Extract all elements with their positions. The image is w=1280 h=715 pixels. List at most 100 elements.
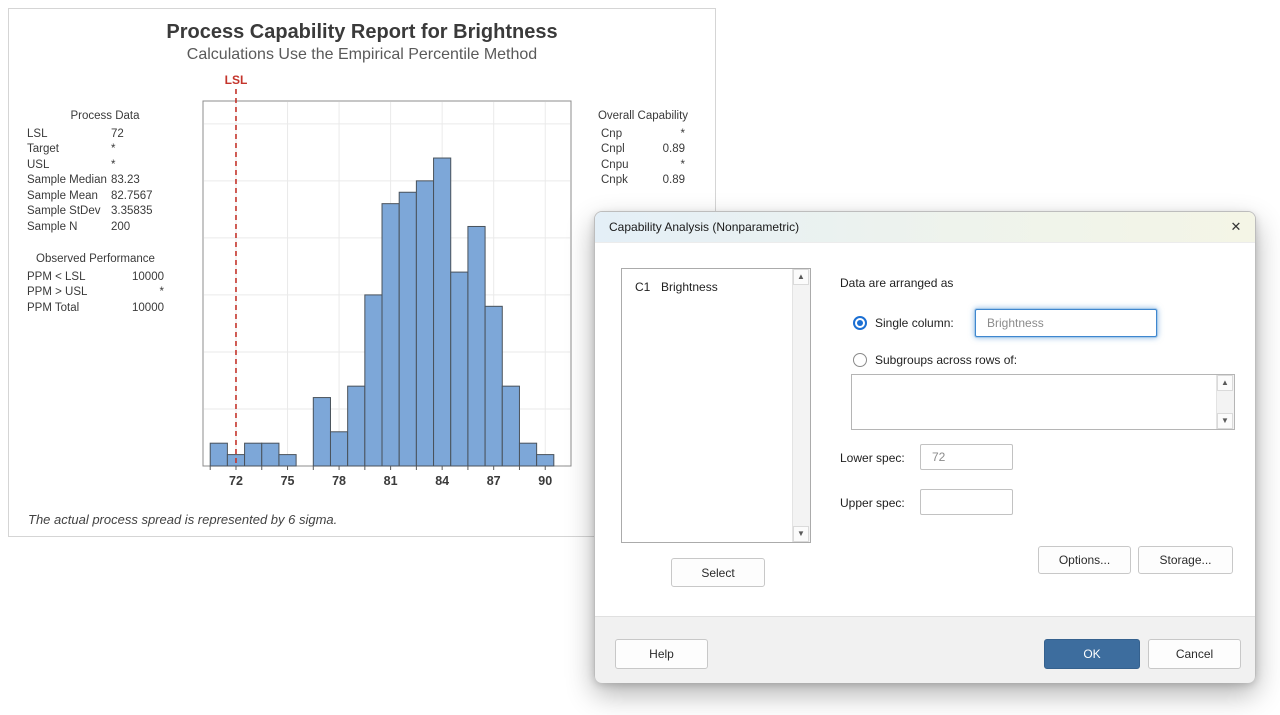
histogram-bar bbox=[416, 181, 433, 466]
stat-value: 83.23 bbox=[111, 173, 140, 189]
cancel-button[interactable]: Cancel bbox=[1148, 639, 1241, 669]
observed-performance-panel: Observed Performance PPM < LSL10000 PPM … bbox=[27, 252, 164, 316]
stat-label: PPM Total bbox=[27, 301, 79, 317]
histogram-bar bbox=[537, 455, 554, 466]
axis-tick-label: 81 bbox=[384, 474, 398, 488]
subgroups-option[interactable]: Subgroups across rows of: bbox=[853, 353, 1017, 367]
process-data-panel: Process Data LSL 72 Target * USL * Sample M… bbox=[27, 109, 183, 235]
stat-row: Cnpk 0.89 bbox=[601, 173, 685, 189]
lsl-label: LSL bbox=[225, 73, 248, 87]
columns-listbox[interactable]: C1Brightness ▲ ▼ bbox=[621, 268, 811, 543]
stat-value: * bbox=[111, 142, 115, 158]
scroll-down-icon[interactable]: ▼ bbox=[793, 526, 809, 542]
close-icon[interactable]: ✕ bbox=[1225, 216, 1247, 238]
list-item[interactable]: C1Brightness bbox=[622, 278, 810, 296]
select-button[interactable]: Select bbox=[671, 558, 765, 587]
stat-value: 82.7567 bbox=[111, 189, 153, 205]
dialog-title: Capability Analysis (Nonparametric) bbox=[609, 220, 799, 234]
stat-row: PPM > USL * bbox=[27, 285, 164, 301]
scroll-up-icon[interactable]: ▲ bbox=[793, 269, 809, 285]
stat-value: * bbox=[160, 285, 164, 301]
single-column-input[interactable] bbox=[975, 309, 1157, 337]
histogram-bar bbox=[330, 432, 347, 466]
stat-row: Cnp * bbox=[601, 127, 685, 143]
lower-spec-input[interactable] bbox=[920, 444, 1013, 470]
upper-spec-input[interactable] bbox=[920, 489, 1013, 515]
stat-value: 10000 bbox=[132, 301, 164, 317]
stat-row: PPM < LSL 10000 bbox=[27, 270, 164, 286]
single-column-label: Single column: bbox=[875, 316, 954, 330]
textarea-scrollbar[interactable]: ▲ ▼ bbox=[1216, 375, 1234, 429]
histogram-bar bbox=[262, 443, 279, 466]
stat-label: USL bbox=[27, 159, 49, 171]
stat-value: 200 bbox=[111, 220, 130, 236]
axis-tick-label: 75 bbox=[281, 474, 295, 488]
axis-tick-label: 72 bbox=[229, 474, 243, 488]
axis-tick-label: 90 bbox=[538, 474, 552, 488]
capability-analysis-dialog: Capability Analysis (Nonparametric) ✕ C1… bbox=[594, 211, 1256, 682]
stat-row: Cnpl 0.89 bbox=[601, 142, 685, 158]
overall-capability-panel: Overall Capability Cnp* Cnpl0.89 Cnpu* C… bbox=[601, 109, 685, 189]
stat-label: PPM > USL bbox=[27, 285, 87, 301]
observed-performance-heading: Observed Performance bbox=[19, 252, 172, 268]
stat-row: Cnpu * bbox=[601, 158, 685, 174]
stat-label: Cnpl bbox=[601, 142, 625, 158]
ok-button[interactable]: OK bbox=[1044, 639, 1140, 669]
stat-label: LSL bbox=[27, 128, 47, 140]
stat-value: * bbox=[681, 158, 685, 174]
axis-tick-label: 87 bbox=[487, 474, 501, 488]
stat-value: * bbox=[111, 158, 115, 174]
stat-label: Cnpk bbox=[601, 173, 628, 189]
subgroups-radio[interactable] bbox=[853, 353, 867, 367]
histogram-bar bbox=[313, 398, 330, 466]
help-button[interactable]: Help bbox=[615, 639, 708, 669]
upper-spec-label: Upper spec: bbox=[840, 496, 905, 510]
dialog-titlebar[interactable]: Capability Analysis (Nonparametric) ✕ bbox=[595, 212, 1255, 243]
report-footnote: The actual process spread is represented… bbox=[28, 512, 337, 527]
stat-value: 3.35835 bbox=[111, 204, 153, 220]
overall-capability-heading: Overall Capability bbox=[581, 109, 705, 125]
subgroups-label: Subgroups across rows of: bbox=[875, 353, 1017, 367]
stat-label: Cnpu bbox=[601, 158, 629, 174]
stat-label: Sample Median bbox=[27, 174, 107, 186]
stat-row: LSL 72 bbox=[27, 127, 183, 143]
stat-row: Sample Median 83.23 bbox=[27, 173, 183, 189]
options-button[interactable]: Options... bbox=[1038, 546, 1131, 574]
storage-button[interactable]: Storage... bbox=[1138, 546, 1233, 574]
histogram-bar bbox=[382, 204, 399, 466]
histogram-bar bbox=[468, 226, 485, 466]
stat-row: Sample N200 bbox=[27, 220, 183, 236]
single-column-radio[interactable] bbox=[853, 316, 867, 330]
data-arranged-label: Data are arranged as bbox=[840, 276, 953, 290]
column-id: C1 bbox=[635, 278, 661, 296]
axis-tick-label: 84 bbox=[435, 474, 449, 488]
histogram-bar bbox=[434, 158, 451, 466]
stat-label: Target bbox=[27, 143, 59, 155]
listbox-scrollbar[interactable]: ▲ ▼ bbox=[792, 269, 810, 542]
process-data-heading: Process Data bbox=[27, 109, 183, 125]
stat-value: 10000 bbox=[132, 270, 164, 286]
stat-label: PPM < LSL bbox=[27, 270, 86, 286]
histogram-bar bbox=[485, 306, 502, 466]
scroll-down-icon[interactable]: ▼ bbox=[1217, 413, 1233, 429]
histogram-bar bbox=[365, 295, 382, 466]
histogram-bar bbox=[279, 455, 296, 466]
stat-row: USL * bbox=[27, 158, 183, 174]
stat-label: Cnp bbox=[601, 127, 622, 143]
subgroups-textarea[interactable]: ▲ ▼ bbox=[851, 374, 1235, 430]
scroll-up-icon[interactable]: ▲ bbox=[1217, 375, 1233, 391]
histogram-bar bbox=[210, 443, 227, 466]
stat-value: 0.89 bbox=[663, 173, 685, 189]
stat-value: * bbox=[681, 127, 685, 143]
histogram-bar bbox=[519, 443, 536, 466]
histogram-bar bbox=[245, 443, 262, 466]
stat-row: Target * bbox=[27, 142, 183, 158]
histogram-bar bbox=[502, 386, 519, 466]
single-column-option[interactable]: Single column: bbox=[853, 316, 954, 330]
stat-label: Sample Mean bbox=[27, 190, 98, 202]
histogram-bar bbox=[348, 386, 365, 466]
stat-value: 0.89 bbox=[663, 142, 685, 158]
stat-value: 72 bbox=[111, 127, 124, 143]
stat-row: PPM Total 10000 bbox=[27, 301, 164, 317]
dialog-footer: Help OK Cancel bbox=[595, 616, 1255, 683]
